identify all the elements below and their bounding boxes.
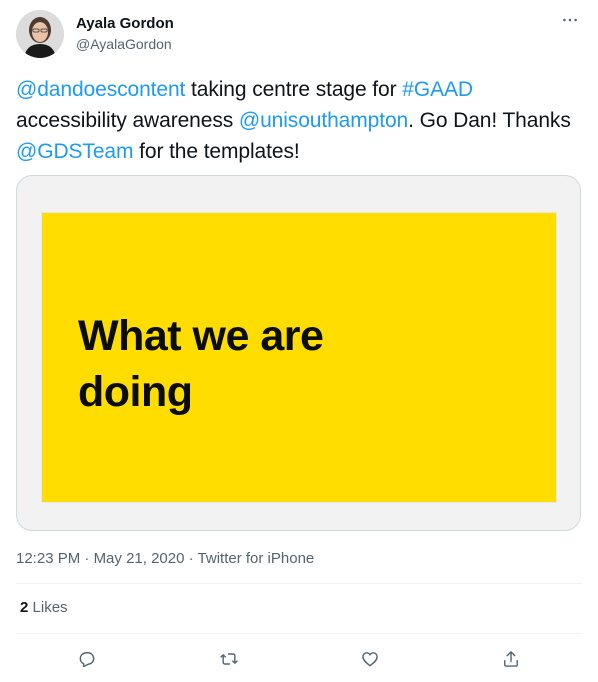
reply-button[interactable]: [73, 645, 101, 673]
slide-image: What we are doing: [42, 213, 556, 502]
mention-dandoescontent[interactable]: @dandoescontent: [16, 78, 185, 101]
tweet-header: Ayala Gordon @AyalaGordon: [16, 10, 582, 62]
reply-icon: [79, 652, 95, 668]
tweet-time[interactable]: 12:23 PM: [16, 550, 80, 567]
share-icon: [504, 651, 518, 667]
hashtag-gaad[interactable]: #GAAD: [402, 78, 473, 101]
tweet: Ayala Gordon @AyalaGordon @dandoesconten…: [0, 0, 598, 682]
tweet-source[interactable]: Twitter for iPhone: [198, 550, 315, 567]
tweet-text-part: for the templates!: [133, 140, 300, 163]
tweet-text-part: . Go Dan! Thanks: [408, 109, 571, 132]
mention-gdsteam[interactable]: @GDSTeam: [16, 140, 133, 163]
user-names: Ayala Gordon @AyalaGordon: [76, 14, 174, 54]
slide-title-line: What we are: [78, 312, 324, 360]
tweet-text-part: accessibility awareness: [16, 109, 239, 132]
tweet-date[interactable]: May 21, 2020: [94, 550, 185, 567]
retweet-button[interactable]: [215, 645, 243, 673]
like-icon: [362, 652, 378, 667]
tweet-text: @dandoescontent taking centre stage for …: [16, 74, 582, 167]
avatar[interactable]: [16, 10, 64, 58]
like-button[interactable]: [356, 645, 384, 673]
tweet-meta: 12:23 PM · May 21, 2020 · Twitter for iP…: [16, 549, 314, 569]
tweet-media[interactable]: What we are doing: [16, 175, 581, 531]
retweet-icon: [220, 653, 238, 665]
likes-stat[interactable]: 2 Likes: [20, 598, 68, 618]
likes-count: 2: [20, 599, 29, 616]
more-button[interactable]: [560, 12, 580, 28]
tweet-text-part: taking centre stage for: [185, 78, 403, 101]
meta-separator: ·: [188, 550, 194, 567]
slide-title-line: doing: [78, 368, 193, 416]
divider: [16, 633, 582, 634]
mention-unisouthampton[interactable]: @unisouthampton: [239, 109, 408, 132]
meta-separator: ·: [84, 550, 90, 567]
tweet-actions: [16, 645, 582, 673]
avatar-image: [16, 10, 64, 58]
likes-label: Likes: [32, 599, 68, 616]
slide-title: What we are doing: [78, 308, 518, 420]
share-button[interactable]: [497, 645, 525, 673]
user-handle[interactable]: @AyalaGordon: [76, 34, 174, 54]
more-icon: [563, 18, 577, 22]
divider: [16, 583, 582, 584]
display-name[interactable]: Ayala Gordon: [76, 14, 174, 34]
